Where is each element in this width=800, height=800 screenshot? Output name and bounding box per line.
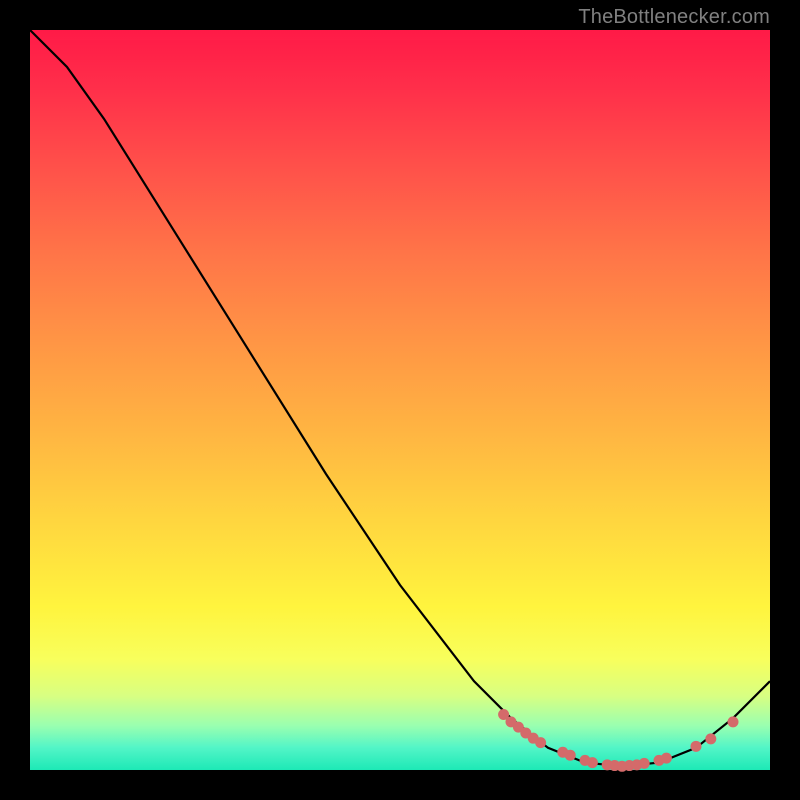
attribution-label: TheBottlenecker.com — [578, 6, 770, 29]
chart-container: TheBottlenecker.com — [0, 0, 800, 800]
data-marker — [639, 758, 650, 769]
main-curve — [30, 30, 770, 766]
marker-group — [498, 709, 738, 772]
data-marker — [661, 753, 672, 764]
data-marker — [691, 741, 702, 752]
data-marker — [728, 716, 739, 727]
data-marker — [565, 750, 576, 761]
data-marker — [587, 757, 598, 768]
curve-layer — [30, 30, 770, 770]
data-marker — [705, 733, 716, 744]
plot-area — [30, 30, 770, 770]
data-marker — [535, 737, 546, 748]
